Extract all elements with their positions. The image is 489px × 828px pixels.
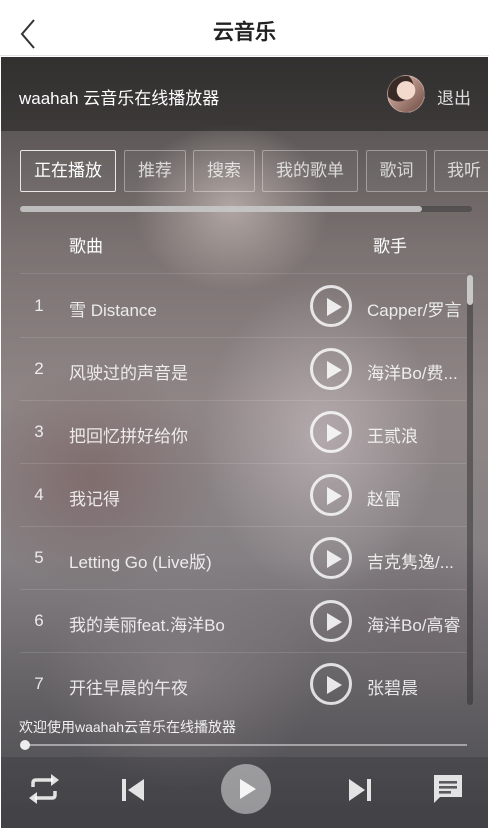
song-row[interactable]: 7 开往早晨的午夜 张碧晨 (20, 653, 466, 705)
comment-icon[interactable] (431, 772, 465, 811)
song-artist: 海洋Bo/费... (367, 364, 458, 383)
song-title[interactable]: 我的美丽feat.海洋Bo (69, 611, 299, 636)
logout-button[interactable]: 退出 (437, 84, 471, 109)
column-header-song: 歌曲 (69, 237, 103, 256)
play-pause-button[interactable] (221, 764, 271, 814)
song-title[interactable]: Letting Go (Live版) (69, 548, 299, 573)
tab-lyrics[interactable]: 歌词 (366, 150, 427, 192)
app-title: waahah 云音乐在线播放器 (19, 89, 220, 108)
song-artist: Capper/罗言 (367, 301, 462, 320)
song-artist: 赵雷 (367, 490, 401, 509)
song-list-header: 歌曲 歌手 (20, 220, 466, 274)
page-title: 云音乐 (213, 21, 276, 44)
status-message: 欢迎使用waahah云音乐在线播放器 (19, 719, 237, 735)
song-number: 6 (34, 611, 44, 630)
scrollbar-thumb[interactable] (20, 206, 422, 212)
song-list: 1 雪 Distance Capper/罗言 2 风驶过的声音是 海洋Bo/费.… (20, 275, 466, 705)
song-title[interactable]: 风驶过的声音是 (69, 359, 299, 384)
song-title[interactable]: 开往早晨的午夜 (69, 674, 299, 699)
song-number: 5 (34, 548, 44, 567)
play-circle-icon[interactable] (310, 348, 352, 390)
song-number: 4 (34, 485, 44, 504)
song-number: 7 (34, 674, 44, 693)
song-title[interactable]: 把回忆拼好给你 (69, 422, 299, 447)
column-header-artist: 歌手 (373, 237, 407, 256)
play-icon (240, 779, 256, 799)
scrollbar-thumb[interactable] (467, 275, 473, 305)
music-player: waahah 云音乐在线播放器 退出 正在播放 推荐 搜索 我的歌单 歌词 我听… (1, 57, 488, 828)
avatar[interactable] (387, 75, 425, 113)
play-circle-icon[interactable] (310, 600, 352, 642)
player-header: waahah 云音乐在线播放器 退出 (1, 57, 488, 131)
song-row[interactable]: 6 我的美丽feat.海洋Bo 海洋Bo/高睿 (20, 590, 466, 653)
navigation-bar: 云音乐 (0, 0, 489, 56)
song-number: 3 (34, 422, 44, 441)
repeat-icon[interactable] (27, 773, 61, 810)
play-circle-icon[interactable] (310, 663, 352, 705)
tabs-horizontal-scrollbar[interactable] (20, 206, 472, 212)
playback-controls (1, 757, 488, 828)
skip-previous-icon[interactable] (120, 777, 146, 808)
song-artist: 张碧晨 (367, 679, 418, 698)
song-title[interactable]: 雪 Distance (69, 296, 299, 321)
tab-now-playing[interactable]: 正在播放 (20, 150, 116, 192)
song-artist: 王贰浪 (367, 427, 418, 446)
song-row[interactable]: 5 Letting Go (Live版) 吉克隽逸/... (20, 527, 466, 590)
tab-my-playlists[interactable]: 我的歌单 (262, 150, 358, 192)
song-artist: 吉克隽逸/... (367, 553, 454, 572)
song-number: 1 (34, 296, 44, 315)
tab-bar: 正在播放 推荐 搜索 我的歌单 歌词 我听 (20, 150, 488, 192)
play-circle-icon[interactable] (310, 411, 352, 453)
skip-next-icon[interactable] (347, 777, 373, 808)
song-title[interactable]: 我记得 (69, 485, 299, 510)
progress-bar[interactable] (20, 740, 467, 750)
song-row[interactable]: 2 风驶过的声音是 海洋Bo/费... (20, 338, 466, 401)
tab-listen[interactable]: 我听 (434, 150, 488, 192)
progress-knob[interactable] (20, 740, 30, 750)
song-number: 2 (34, 359, 44, 378)
tab-recommend[interactable]: 推荐 (124, 150, 186, 192)
song-artist: 海洋Bo/高睿 (367, 616, 461, 635)
tab-search[interactable]: 搜索 (193, 150, 255, 192)
song-row[interactable]: 4 我记得 赵雷 (20, 464, 466, 527)
song-row[interactable]: 3 把回忆拼好给你 王贰浪 (20, 401, 466, 464)
play-circle-icon[interactable] (310, 285, 352, 327)
play-circle-icon[interactable] (310, 537, 352, 579)
song-list-scrollbar[interactable] (467, 275, 473, 705)
song-row[interactable]: 1 雪 Distance Capper/罗言 (20, 275, 466, 338)
play-circle-icon[interactable] (310, 474, 352, 516)
